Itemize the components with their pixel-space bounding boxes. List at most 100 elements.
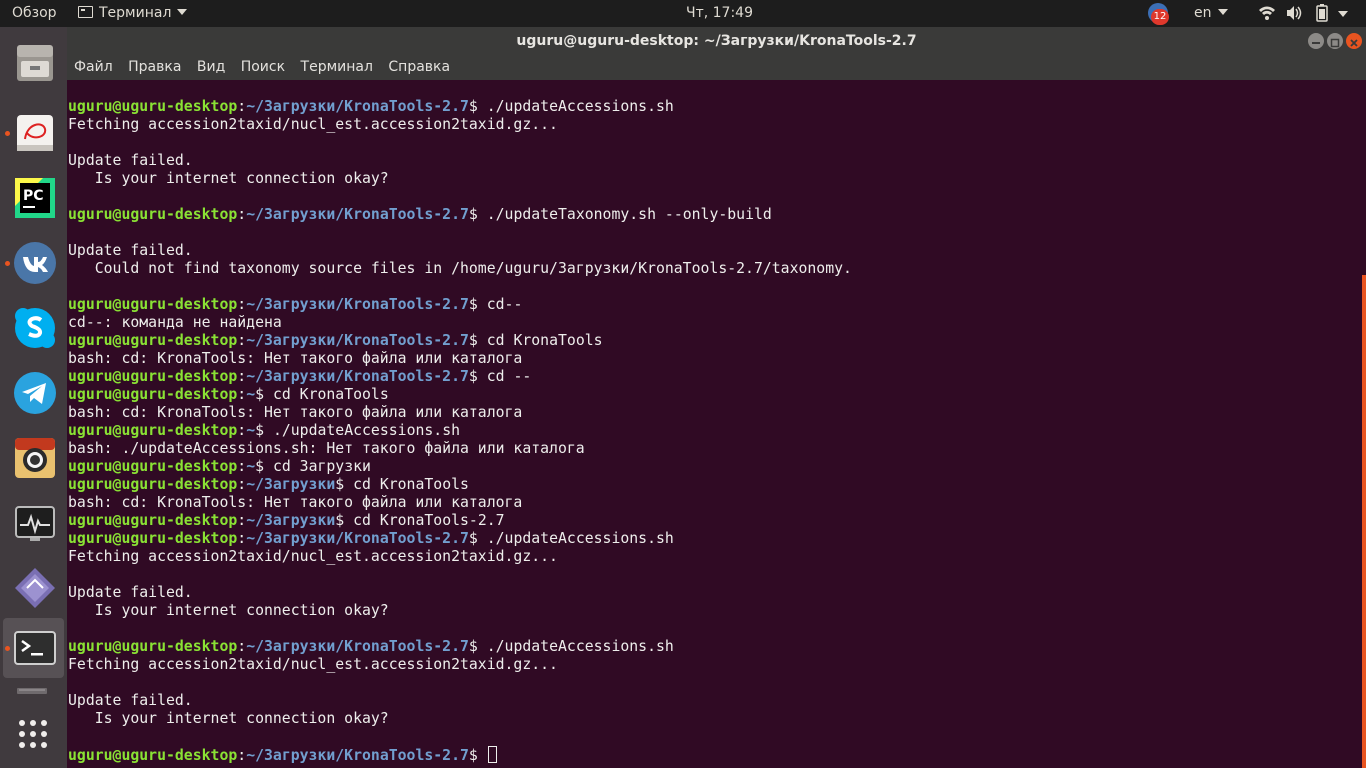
menu-view[interactable]: Вид	[195, 55, 227, 80]
prompt-separator: :	[237, 332, 247, 349]
menu-edit[interactable]: Правка	[126, 55, 183, 80]
close-button[interactable]	[1346, 33, 1362, 49]
system-status-menu[interactable]	[1258, 0, 1358, 27]
running-indicator	[5, 646, 10, 651]
notification-count-badge: 12	[1151, 9, 1169, 25]
terminal-output: uguru@uguru-desktop:~/Загрузки/KronaTool…	[68, 98, 852, 764]
menu-file[interactable]: Файл	[72, 55, 115, 80]
prompt-line: uguru@uguru-desktop:~/Загрузки/KronaTool…	[68, 638, 852, 656]
prompt-line: uguru@uguru-desktop:~/Загрузки$ cd Krona…	[68, 476, 852, 494]
prompt-dollar: $	[468, 638, 478, 655]
language-indicator[interactable]: en	[1194, 0, 1228, 27]
terminal-cursor	[487, 746, 497, 763]
notifications-button[interactable]: 12	[1148, 3, 1172, 25]
terminal-icon	[78, 6, 93, 18]
prompt-path: ~/Загрузки/KronaTools-2.7	[246, 206, 469, 223]
vk-icon	[14, 242, 56, 284]
prompt-line: uguru@uguru-desktop:~/Загрузки/KronaTool…	[68, 206, 852, 224]
app-menu-label: Терминал	[99, 5, 172, 21]
maximize-icon	[1330, 38, 1340, 48]
menu-search[interactable]: Поиск	[239, 55, 287, 80]
dock-terminal[interactable]	[3, 618, 64, 678]
show-applications-icon	[19, 720, 47, 748]
command-text: ./updateAccessions.sh	[264, 422, 461, 439]
terminal-area[interactable]: uguru@uguru-desktop:~/Загрузки/KronaTool…	[67, 80, 1366, 768]
dock-pycharm[interactable]: PC	[3, 168, 64, 228]
volume-icon	[1287, 6, 1302, 20]
chevron-down-icon	[1217, 9, 1228, 15]
dock-document-viewer[interactable]	[3, 103, 64, 163]
prompt-path: ~/Загрузки/KronaTools-2.7	[246, 747, 469, 764]
maximize-button[interactable]	[1327, 33, 1343, 49]
dock-system-monitor[interactable]	[3, 493, 64, 553]
output-line: cd--: команда не найдена	[68, 314, 282, 331]
command-text	[478, 747, 487, 764]
dock: PC	[0, 27, 67, 768]
output-line: Is your internet connection okay?	[68, 710, 389, 727]
minimize-button[interactable]	[1308, 33, 1324, 49]
prompt-dollar: $	[468, 206, 478, 223]
prompt-dollar: $	[255, 458, 265, 475]
scrollbar[interactable]	[1362, 275, 1366, 768]
output-line: bash: ./updateAccessions.sh: Нет такого …	[68, 440, 585, 457]
command-text: cd Загрузки	[264, 458, 371, 475]
menu-arrow-icon	[1338, 11, 1348, 17]
prompt-separator: :	[237, 747, 247, 764]
prompt-dollar: $	[468, 368, 478, 385]
wifi-icon	[1259, 6, 1275, 20]
files-icon	[17, 45, 53, 81]
prompt-separator: :	[237, 386, 247, 403]
dock-camera[interactable]	[3, 428, 64, 488]
running-indicator	[5, 131, 10, 136]
dock-files[interactable]	[3, 33, 64, 93]
prompt-separator: :	[237, 368, 247, 385]
clock[interactable]: Чт, 17:49	[686, 0, 753, 27]
output-line: Update failed.	[68, 584, 193, 601]
dock-apps-diamond[interactable]	[3, 558, 64, 618]
window-titlebar[interactable]: uguru@uguru-desktop: ~/Загрузки/KronaToo…	[67, 27, 1366, 55]
prompt-dollar: $	[255, 386, 265, 403]
prompt-separator: :	[237, 476, 247, 493]
prompt-path: ~	[246, 422, 256, 439]
dock-telegram[interactable]	[3, 363, 64, 423]
dock-trash[interactable]	[3, 680, 64, 714]
pycharm-icon: PC	[15, 178, 55, 218]
app-menu-button[interactable]: Терминал	[78, 0, 188, 27]
prompt-path: ~/Загрузки/KronaTools-2.7	[246, 98, 469, 115]
apps-diamond-icon	[15, 568, 55, 608]
prompt-user-host: uguru@uguru-desktop	[68, 530, 238, 547]
menu-help[interactable]: Справка	[386, 55, 452, 80]
show-applications-button[interactable]	[3, 711, 64, 759]
output-line: Update failed.	[68, 152, 193, 169]
camera-icon	[15, 438, 55, 478]
prompt-path: ~/Загрузки	[246, 476, 336, 493]
prompt-path: ~	[246, 386, 256, 403]
command-text: cd KronaTools	[477, 332, 603, 349]
skype-icon	[15, 308, 55, 348]
prompt-separator: :	[237, 512, 247, 529]
prompt-user-host: uguru@uguru-desktop	[68, 332, 238, 349]
dock-vk[interactable]	[3, 233, 64, 293]
prompt-dollar: $	[335, 476, 345, 493]
document-viewer-icon	[17, 115, 53, 151]
prompt-path: ~/Загрузки/KronaTools-2.7	[246, 296, 469, 313]
chevron-down-icon	[177, 9, 188, 15]
dock-skype[interactable]	[3, 298, 64, 358]
output-line: Update failed.	[68, 692, 193, 709]
prompt-dollar: $	[468, 296, 478, 313]
command-text: ./updateAccessions.sh	[477, 98, 674, 115]
prompt-user-host: uguru@uguru-desktop	[68, 422, 238, 439]
battery-icon	[1316, 4, 1328, 22]
prompt-separator: :	[237, 530, 247, 547]
activities-button[interactable]: Обзор	[12, 0, 57, 27]
command-text: ./updateAccessions.sh	[477, 530, 674, 547]
command-text: cd KronaTools	[264, 386, 389, 403]
prompt-user-host: uguru@uguru-desktop	[68, 458, 238, 475]
menu-terminal[interactable]: Терминал	[299, 55, 375, 80]
output-line: Is your internet connection okay?	[68, 170, 389, 187]
